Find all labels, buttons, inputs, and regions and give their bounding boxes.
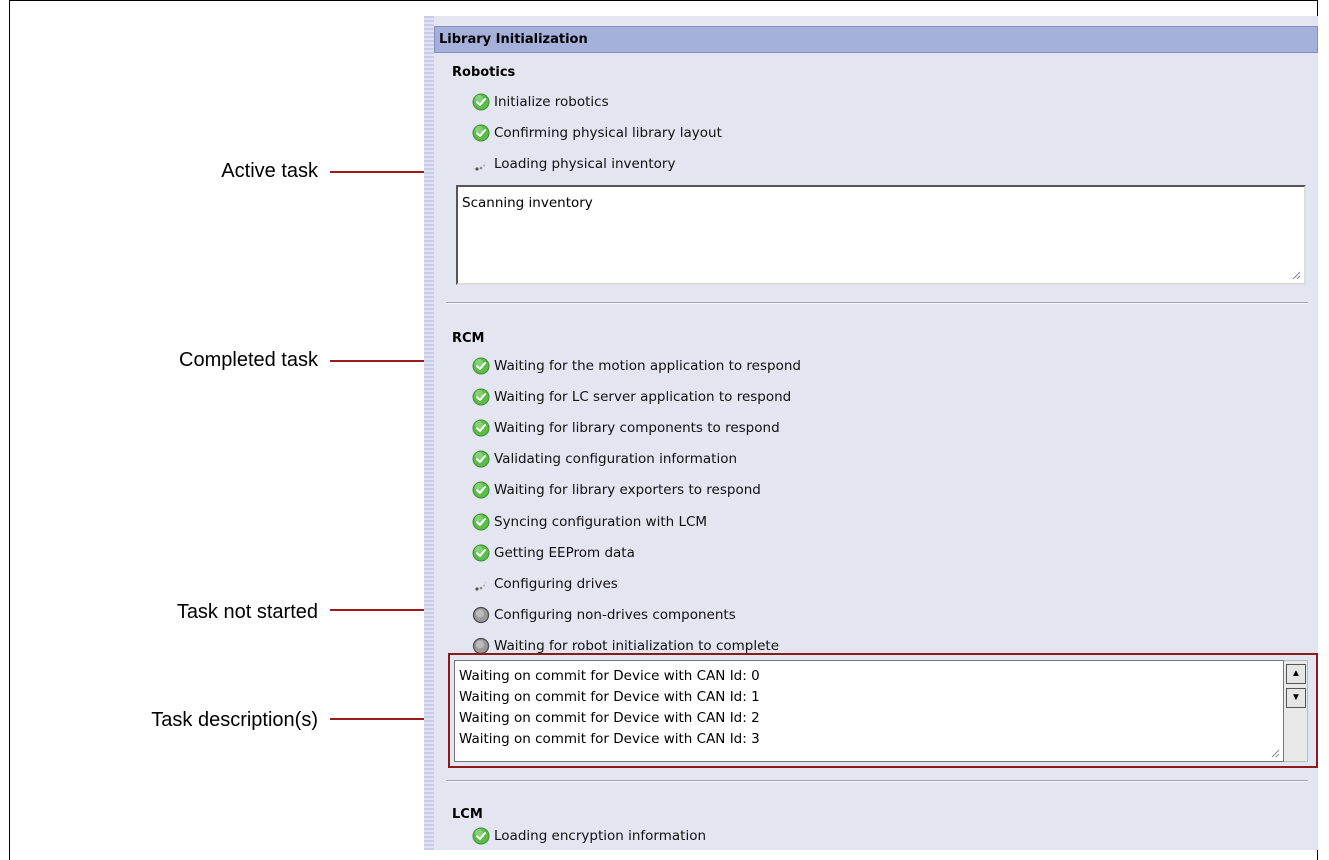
task-label: Waiting for LC server application to res…: [494, 389, 792, 406]
callout-task-not-started: Task not started: [176, 601, 318, 623]
check-circle-icon: [472, 450, 490, 468]
task-label: Configuring drives: [494, 575, 618, 592]
check-circle-icon: [472, 93, 490, 111]
task-label: Confirming physical library layout: [494, 125, 722, 141]
rcm-description-box[interactable]: Waiting on commit for Device with CAN Id…: [454, 660, 1284, 762]
check-circle-icon: [472, 481, 490, 499]
task-item: Confirming physical library layout: [472, 123, 722, 143]
check-circle-icon: [472, 419, 490, 437]
panel-title: Library Initialization: [434, 26, 1318, 53]
empty-circle-icon: [472, 606, 490, 624]
task-label: Syncing configuration with LCM: [494, 513, 708, 530]
spinner-icon: [472, 155, 490, 173]
task-item: Configuring non-drives components: [472, 605, 736, 625]
task-item: Waiting for library components to respon…: [472, 418, 780, 438]
check-circle-icon: [472, 827, 490, 845]
scroll-up-button[interactable]: ▲: [1286, 664, 1306, 684]
spinner-icon: [472, 575, 490, 593]
section-divider: [446, 780, 1308, 782]
task-label: Waiting for library components to respon…: [494, 420, 780, 437]
robotics-description-text: Scanning inventory: [462, 195, 593, 211]
task-item: Loading encryption information: [472, 826, 706, 846]
task-item: Configuring drives: [472, 574, 618, 594]
task-label: Initialize robotics: [494, 94, 609, 110]
scroll-down-button[interactable]: ▼: [1286, 688, 1306, 708]
robotics-description-box[interactable]: Scanning inventory: [456, 185, 1306, 285]
task-label: Waiting for library exporters to respond: [494, 482, 761, 499]
task-item: Getting EEProm data: [472, 543, 635, 563]
check-circle-icon: [472, 357, 490, 375]
task-item: Syncing configuration with LCM: [472, 512, 707, 532]
description-line: Waiting on commit for Device with CAN Id…: [459, 689, 760, 705]
task-label: Waiting for robot initialization to comp…: [494, 637, 780, 654]
callout-active-task: Active task: [221, 160, 318, 182]
task-label: Waiting for the motion application to re…: [494, 358, 801, 374]
section-title-rcm: RCM: [452, 331, 485, 346]
description-scrollbar[interactable]: ▲ ▼: [1284, 660, 1308, 762]
task-item: Waiting for library exporters to respond: [472, 480, 761, 500]
task-label: Loading physical inventory: [494, 156, 676, 172]
task-item: Waiting for LC server application to res…: [472, 387, 791, 407]
section-divider: [446, 302, 1308, 304]
arrow-down-icon: ▼: [1291, 692, 1301, 703]
check-circle-icon: [472, 513, 490, 531]
section-title-lcm: LCM: [452, 807, 483, 822]
task-item: Waiting for the motion application to re…: [472, 356, 801, 376]
description-line: Waiting on commit for Device with CAN Id…: [459, 710, 760, 726]
section-title-robotics: Robotics: [452, 65, 516, 80]
callout-completed-task: Completed task: [179, 349, 318, 371]
check-circle-icon: [472, 388, 490, 406]
description-line: Waiting on commit for Device with CAN Id…: [459, 668, 760, 684]
task-item: Validating configuration information: [472, 449, 737, 469]
task-label: Configuring non-drives components: [494, 606, 736, 623]
task-label: Getting EEProm data: [494, 544, 635, 561]
task-item: Initialize robotics: [472, 92, 609, 112]
task-item: Loading physical inventory: [472, 154, 675, 174]
callout-task-descriptions: Task description(s): [151, 709, 318, 731]
description-line: Waiting on commit for Device with CAN Id…: [459, 731, 760, 747]
task-label: Validating configuration information: [494, 451, 738, 468]
resize-grip-icon[interactable]: [1291, 270, 1301, 280]
check-circle-icon: [472, 544, 490, 562]
task-label: Loading encryption information: [494, 828, 707, 844]
panel-left-edge: [424, 16, 434, 850]
check-circle-icon: [472, 124, 490, 142]
arrow-up-icon: ▲: [1291, 668, 1301, 679]
resize-grip-icon[interactable]: [1270, 748, 1280, 758]
library-init-panel: Library Initialization Robotics Initiali…: [434, 16, 1318, 850]
